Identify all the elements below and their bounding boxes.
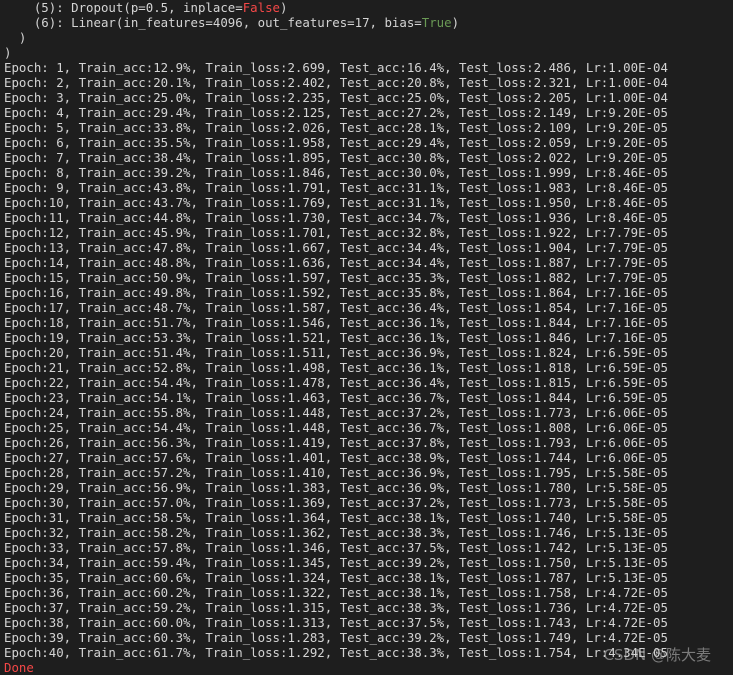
log-line: Epoch:16, Train_acc:49.8%, Train_loss:1.… [4, 285, 668, 300]
log-line: Epoch:19, Train_acc:53.3%, Train_loss:1.… [4, 330, 668, 345]
csdn-watermark: CSDN @陈大麦 [603, 646, 711, 664]
log-line: Epoch:32, Train_acc:58.2%, Train_loss:1.… [4, 525, 668, 540]
log-line: Epoch:11, Train_acc:44.8%, Train_loss:1.… [4, 210, 668, 225]
log-line: Epoch:26, Train_acc:56.3%, Train_loss:1.… [4, 435, 668, 450]
training-log: Epoch: 1, Train_acc:12.9%, Train_loss:2.… [4, 60, 733, 660]
log-line: Epoch:25, Train_acc:54.4%, Train_loss:1.… [4, 420, 668, 435]
log-line: Epoch:12, Train_acc:45.9%, Train_loss:1.… [4, 225, 668, 240]
log-line: Epoch:31, Train_acc:58.5%, Train_loss:1.… [4, 510, 668, 525]
log-line: Epoch: 2, Train_acc:20.1%, Train_loss:2.… [4, 75, 668, 90]
log-line: Epoch: 8, Train_acc:39.2%, Train_loss:1.… [4, 165, 668, 180]
log-line: Epoch: 4, Train_acc:29.4%, Train_loss:2.… [4, 105, 668, 120]
log-line: Epoch: 7, Train_acc:38.4%, Train_loss:1.… [4, 150, 668, 165]
log-line: Epoch:22, Train_acc:54.4%, Train_loss:1.… [4, 375, 668, 390]
log-line: Epoch:28, Train_acc:57.2%, Train_loss:1.… [4, 465, 668, 480]
log-line: Epoch:33, Train_acc:57.8%, Train_loss:1.… [4, 540, 668, 555]
log-line: Epoch:29, Train_acc:56.9%, Train_loss:1.… [4, 480, 668, 495]
log-line: Epoch:34, Train_acc:59.4%, Train_loss:1.… [4, 555, 668, 570]
log-line: Epoch:13, Train_acc:47.8%, Train_loss:1.… [4, 240, 668, 255]
log-line: Epoch: 9, Train_acc:43.8%, Train_loss:1.… [4, 180, 668, 195]
log-line: Epoch:14, Train_acc:48.8%, Train_loss:1.… [4, 255, 668, 270]
log-line: Epoch:10, Train_acc:43.7%, Train_loss:1.… [4, 195, 668, 210]
log-line: Epoch:23, Train_acc:54.1%, Train_loss:1.… [4, 390, 668, 405]
model-close-paren: ) [4, 30, 27, 45]
log-line: Epoch: 1, Train_acc:12.9%, Train_loss:2.… [4, 60, 668, 75]
log-line: Epoch:18, Train_acc:51.7%, Train_loss:1.… [4, 315, 668, 330]
log-line: Epoch:37, Train_acc:59.2%, Train_loss:1.… [4, 600, 668, 615]
log-line: Epoch:21, Train_acc:52.8%, Train_loss:1.… [4, 360, 668, 375]
model-layer-linear: (6): Linear(in_features=4096, out_featur… [4, 15, 460, 30]
log-line: Epoch:36, Train_acc:60.2%, Train_loss:1.… [4, 585, 668, 600]
log-line: Epoch:20, Train_acc:51.4%, Train_loss:1.… [4, 345, 668, 360]
terminal-output: (5): Dropout(p=0.5, inplace=False) (6): … [4, 0, 733, 675]
true-keyword: True [421, 15, 452, 30]
model-close-paren: ) [4, 45, 12, 60]
log-line: Epoch:17, Train_acc:48.7%, Train_loss:1.… [4, 300, 668, 315]
log-line: Epoch:38, Train_acc:60.0%, Train_loss:1.… [4, 615, 668, 630]
log-line: Epoch:39, Train_acc:60.3%, Train_loss:1.… [4, 630, 668, 645]
log-line: Epoch: 3, Train_acc:25.0%, Train_loss:2.… [4, 90, 668, 105]
log-line: Epoch: 6, Train_acc:35.5%, Train_loss:1.… [4, 135, 668, 150]
log-line: Epoch:35, Train_acc:60.6%, Train_loss:1.… [4, 570, 668, 585]
log-line: Epoch:27, Train_acc:57.6%, Train_loss:1.… [4, 450, 668, 465]
model-layer-dropout: (5): Dropout(p=0.5, inplace=False) [4, 0, 288, 15]
log-line: Epoch:30, Train_acc:57.0%, Train_loss:1.… [4, 495, 668, 510]
log-line: Epoch:24, Train_acc:55.8%, Train_loss:1.… [4, 405, 668, 420]
false-keyword: False [242, 0, 281, 15]
log-line: Epoch:15, Train_acc:50.9%, Train_loss:1.… [4, 270, 668, 285]
log-line: Epoch: 5, Train_acc:33.8%, Train_loss:2.… [4, 120, 668, 135]
